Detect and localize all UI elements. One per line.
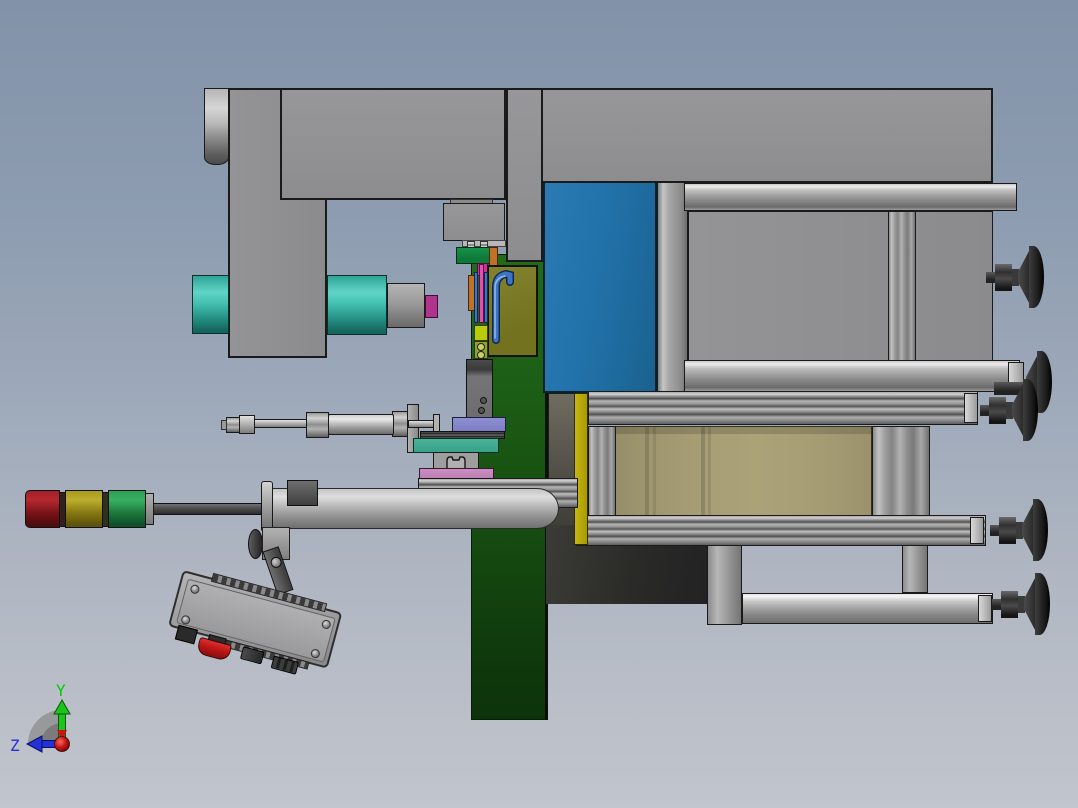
screw-block xyxy=(474,341,488,359)
beam-end-cap xyxy=(964,393,978,423)
rod-fitting xyxy=(239,415,255,434)
control-pendant[interactable] xyxy=(167,570,343,675)
table-slab[interactable] xyxy=(688,211,993,361)
frame-mid-column[interactable] xyxy=(872,426,930,517)
axis-z-label: Z xyxy=(10,736,20,755)
cylinder-rod xyxy=(254,419,307,428)
tube-clamp-block[interactable] xyxy=(287,480,318,506)
equipment-panel-blue[interactable] xyxy=(543,181,657,393)
signal-ring xyxy=(59,492,66,527)
overhead-beam-left[interactable] xyxy=(280,88,506,200)
head-column[interactable] xyxy=(506,88,543,262)
beam-end-cap xyxy=(970,517,984,544)
column-boss-cylinder[interactable] xyxy=(204,88,229,165)
rod-tip xyxy=(221,420,227,430)
enclosure-seam xyxy=(701,427,705,515)
screw-head xyxy=(477,343,485,351)
aluminum-beam-upper[interactable] xyxy=(588,391,978,425)
enclosure-tan[interactable] xyxy=(588,426,872,516)
frame-leg-right[interactable] xyxy=(902,545,928,593)
fixture-strip-yellow[interactable] xyxy=(574,393,588,545)
signal-light-green[interactable] xyxy=(108,490,146,528)
guide-rod-blue xyxy=(484,272,488,323)
signal-light-yellow[interactable] xyxy=(65,490,103,528)
enclosure-top-shade xyxy=(589,427,871,434)
table-bottom-rail[interactable] xyxy=(684,360,1020,392)
press-head-block[interactable] xyxy=(443,203,505,241)
enclosure-left-posts xyxy=(588,426,616,516)
spindle-cylinder-right[interactable] xyxy=(327,275,387,335)
overhead-beam-right[interactable] xyxy=(506,88,993,183)
spindle-housing[interactable] xyxy=(387,283,425,328)
clamp-knob[interactable] xyxy=(248,529,263,559)
cylinder-hex-left xyxy=(306,412,329,438)
rail-end-cap xyxy=(978,595,992,622)
bent-tube-blue[interactable] xyxy=(487,265,538,357)
aluminum-beam-lower[interactable] xyxy=(576,515,986,546)
table-top-rail[interactable] xyxy=(684,183,1017,211)
enclosure-seam xyxy=(708,427,711,515)
tube-flange xyxy=(261,481,273,532)
spindle-cylinder-left[interactable] xyxy=(192,275,229,334)
axis-y-label: Y xyxy=(56,681,66,700)
orientation-triad[interactable]: Y Z xyxy=(6,672,118,790)
spindle-tip-magenta[interactable] xyxy=(425,295,438,318)
table-divider-column[interactable] xyxy=(888,211,916,361)
linear-stage-teal[interactable] xyxy=(413,438,499,453)
tower-cap xyxy=(145,493,154,525)
enclosure-seam xyxy=(653,427,656,515)
y-axis-arrowhead[interactable] xyxy=(53,698,71,715)
sensor-block-yellow[interactable] xyxy=(474,325,488,341)
pneumatic-cylinder-body[interactable] xyxy=(328,414,394,435)
frame-leg-left[interactable] xyxy=(707,545,742,625)
slide-block-dark[interactable] xyxy=(466,359,493,420)
signal-ring xyxy=(102,492,109,527)
enclosure-seam xyxy=(645,427,649,515)
base-rail[interactable] xyxy=(742,593,993,624)
cylinder-hex-right xyxy=(392,411,408,437)
cylinder-rear-rod xyxy=(408,420,434,428)
rod-end-hex xyxy=(226,417,240,433)
arm-bolt xyxy=(269,555,284,570)
screw-head xyxy=(480,397,487,404)
signal-light-red[interactable] xyxy=(25,490,60,528)
slide-block-purple[interactable] xyxy=(452,417,506,432)
guide-rod-blue xyxy=(474,272,478,323)
x-axis-sphere[interactable] xyxy=(54,736,70,752)
screw-head xyxy=(477,351,485,359)
signal-tower-pole[interactable] xyxy=(147,503,262,515)
cad-viewport[interactable]: Y Z xyxy=(0,0,1078,808)
screw-head xyxy=(478,407,485,414)
